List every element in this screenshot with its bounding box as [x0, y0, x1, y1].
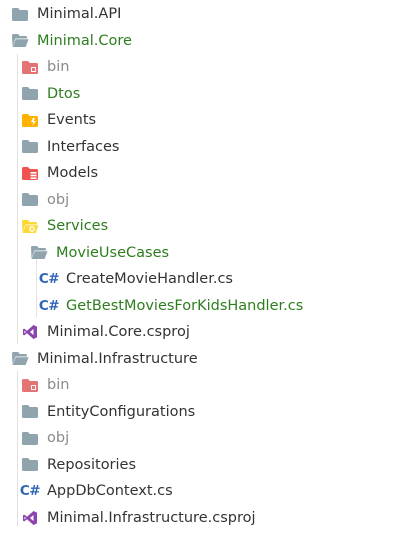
csharp-file-icon: C#: [19, 483, 41, 500]
folder-models-icon: [21, 165, 39, 181]
folder-events-icon: [21, 112, 39, 128]
tree-item-label: bin: [47, 377, 70, 393]
tree-item-createmoviehandler[interactable]: C# CreateMovieHandler.cs: [0, 266, 406, 293]
tree-item-models[interactable]: Models: [0, 160, 406, 187]
tree-item-repositories[interactable]: Repositories: [0, 452, 406, 479]
folder-bin-icon: [21, 59, 39, 75]
folder-bin-icon: [21, 377, 39, 393]
tree-item-obj[interactable]: obj: [0, 425, 406, 452]
tree-item-label: Minimal.Infrastructure: [37, 350, 198, 367]
folder-open-icon: [11, 351, 29, 367]
tree-item-dtos[interactable]: Dtos: [0, 81, 406, 108]
csharp-file-icon: C#: [38, 271, 60, 288]
tree-item-label: Repositories: [47, 456, 137, 473]
tree-item-label: Models: [47, 165, 99, 181]
tree-item-events[interactable]: Events: [0, 107, 406, 134]
folder-closed-icon: [11, 6, 29, 22]
tree-item-label: EntityConfigurations: [47, 403, 196, 420]
tree-item-appdbcontext[interactable]: C# AppDbContext.cs: [0, 478, 406, 505]
tree-item-label: Dtos: [47, 85, 81, 102]
folder-open-icon: [11, 33, 29, 49]
folder-closed-icon: [21, 430, 39, 446]
tree-item-label: Interfaces: [47, 138, 120, 155]
folder-closed-icon: [21, 404, 39, 420]
folder-closed-icon: [21, 457, 39, 473]
csharp-file-icon: C#: [38, 297, 60, 314]
tree-item-label: CreateMovieHandler.cs: [66, 271, 233, 287]
tree-item-minimal-core[interactable]: Minimal.Core: [0, 28, 406, 55]
visual-studio-icon: [21, 324, 39, 340]
visual-studio-icon: [21, 510, 39, 526]
folder-closed-icon: [21, 86, 39, 102]
tree-item-interfaces[interactable]: Interfaces: [0, 134, 406, 161]
tree-item-label: obj: [47, 430, 70, 446]
file-explorer-tree: Minimal.API Minimal.Core bin Dtos Events…: [0, 0, 406, 534]
tree-item-label: Services: [47, 218, 109, 234]
folder-open-icon: [30, 245, 48, 261]
tree-item-bin[interactable]: bin: [0, 54, 406, 81]
tree-item-minimal-api[interactable]: Minimal.API: [0, 1, 406, 28]
tree-item-label: Events: [47, 112, 97, 128]
tree-item-minimal-core-csproj[interactable]: Minimal.Core.csproj: [0, 319, 406, 346]
tree-item-minimal-infrastructure-csproj[interactable]: Minimal.Infrastructure.csproj: [0, 505, 406, 532]
tree-item-label: bin: [47, 59, 70, 75]
folder-closed-icon: [21, 192, 39, 208]
tree-item-label: MovieUseCases: [56, 244, 170, 261]
tree-item-label: obj: [47, 191, 70, 208]
tree-item-bin[interactable]: bin: [0, 372, 406, 399]
tree-item-label: AppDbContext.cs: [47, 483, 173, 499]
tree-item-label: GetBestMoviesForKidsHandler.cs: [66, 297, 304, 314]
tree-item-services[interactable]: Services: [0, 213, 406, 240]
tree-item-label: Minimal.API: [37, 6, 122, 22]
tree-item-obj[interactable]: obj: [0, 187, 406, 214]
tree-item-minimal-infrastructure[interactable]: Minimal.Infrastructure: [0, 346, 406, 373]
folder-closed-icon: [21, 139, 39, 155]
tree-item-label: Minimal.Core: [37, 32, 132, 49]
tree-item-label: Minimal.Core.csproj: [47, 324, 190, 340]
folder-services-icon: [21, 218, 39, 234]
tree-item-getbestmoviesforkidshandler[interactable]: C# GetBestMoviesForKidsHandler.cs: [0, 293, 406, 320]
tree-item-entityconfigurations[interactable]: EntityConfigurations: [0, 399, 406, 426]
tree-item-label: Minimal.Infrastructure.csproj: [47, 509, 256, 526]
tree-item-movieusecases[interactable]: MovieUseCases: [0, 240, 406, 267]
